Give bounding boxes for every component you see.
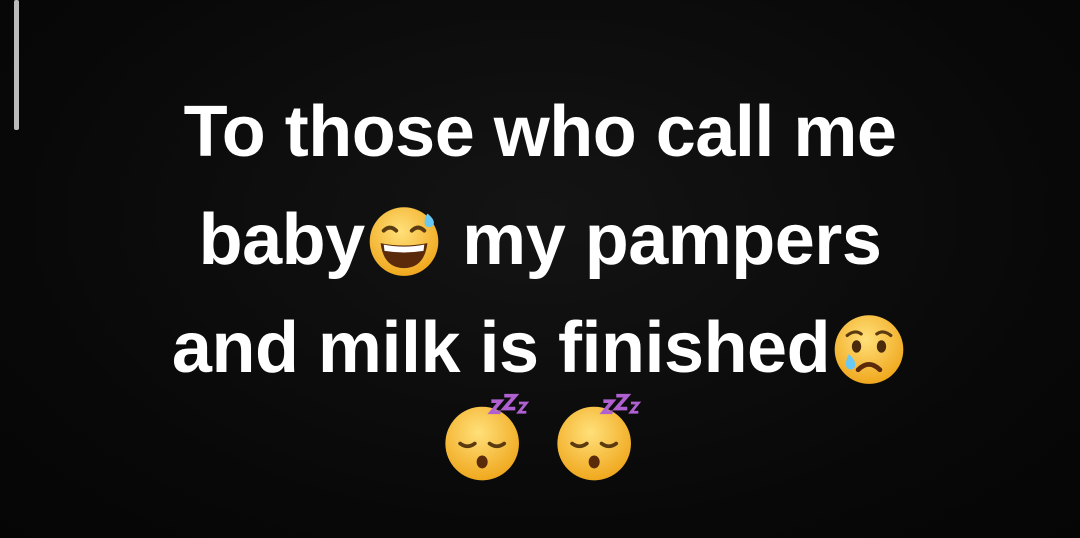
post-screen: To those who call me baby my pampers and…	[0, 0, 1080, 538]
grinning-face-with-sweat-icon	[365, 201, 443, 279]
sleeping-emoji-row	[0, 392, 1080, 484]
sleeping-face-icon	[438, 392, 530, 484]
sleeping-face-icon	[550, 392, 642, 484]
caption-line-1: To those who call me	[183, 92, 897, 172]
caption-words-and-milk: and milk is finished	[171, 308, 831, 388]
caption-line-3: and milk is finished	[0, 294, 1080, 402]
caption-word-baby: baby	[198, 200, 366, 280]
crying-face-icon	[830, 309, 908, 387]
caption-line-2: baby my pampers	[0, 186, 1080, 294]
caption-text: To those who call me baby my pampers and…	[0, 78, 1080, 402]
caption-words-my-pampers: my pampers	[442, 200, 882, 280]
